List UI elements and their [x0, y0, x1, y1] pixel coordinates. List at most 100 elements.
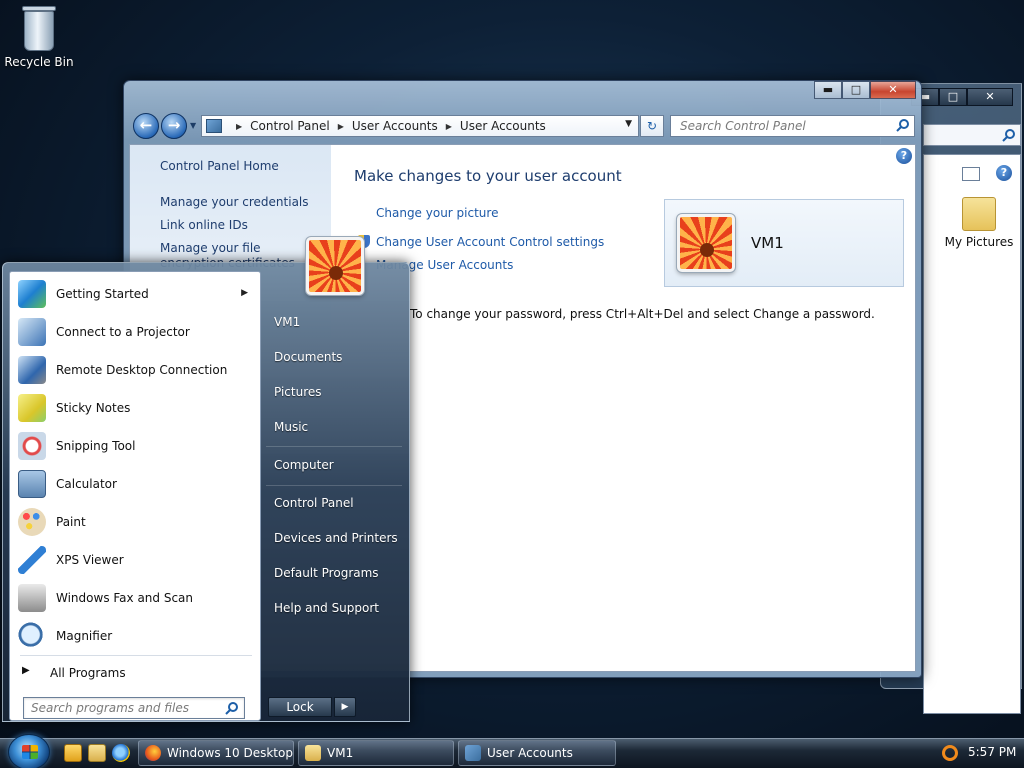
address-bar[interactable]: ▶ Control Panel ▶ User Accounts ▶ User A… [201, 115, 639, 137]
taskbar-button-label: Windows 10 Desktop... [167, 746, 294, 760]
calculator-icon [18, 470, 46, 498]
programs-divider [20, 655, 252, 656]
breadcrumb-separator-icon: ▶ [236, 121, 243, 131]
xps-viewer-icon [18, 546, 46, 574]
taskbar-button-vm1[interactable]: VM1 [298, 740, 454, 766]
back-window-caption-buttons: ▬ □ ✕ [911, 88, 1013, 106]
paint-icon [18, 508, 46, 536]
start-right-divider [266, 485, 402, 486]
program-label: Getting Started [56, 287, 149, 301]
refresh-icon: ↻ [646, 119, 658, 133]
start-item-default-programs[interactable]: Default Programs [274, 566, 379, 580]
control-panel-home-link[interactable]: Control Panel Home [160, 159, 279, 173]
fax-scan-icon [18, 584, 46, 612]
change-picture-link[interactable]: Change your picture [376, 206, 498, 220]
recycle-bin-icon [24, 11, 54, 51]
program-item-paint[interactable]: Paint [14, 504, 258, 540]
my-pictures-label: My Pictures [944, 235, 1014, 249]
start-menu-user-picture-icon[interactable] [306, 237, 364, 295]
search-placeholder: Search Control Panel [680, 119, 806, 133]
program-item-calculator[interactable]: Calculator [14, 466, 258, 502]
start-item-user[interactable]: VM1 [274, 315, 300, 329]
search-icon [896, 119, 909, 132]
start-right-divider [266, 446, 402, 447]
explorer-quicklaunch-icon[interactable] [88, 744, 106, 762]
forward-button[interactable]: → [161, 113, 187, 139]
maximize-button[interactable]: □ [842, 81, 870, 99]
program-label: XPS Viewer [56, 553, 124, 567]
start-item-devices-printers[interactable]: Devices and Printers [274, 531, 398, 545]
snipping-tool-icon [18, 432, 46, 460]
manage-credentials-link[interactable]: Manage your credentials [160, 195, 309, 209]
internet-explorer-quicklaunch-icon[interactable] [112, 744, 130, 762]
taskbar-button-label: User Accounts [487, 746, 573, 760]
start-item-control-panel[interactable]: Control Panel [274, 496, 354, 510]
help-icon[interactable]: ? [896, 148, 912, 164]
submenu-arrow-icon: ▶ [241, 288, 248, 298]
recent-pages-dropdown[interactable]: ▼ [190, 121, 196, 130]
program-item-magnifier[interactable]: Magnifier [14, 618, 258, 654]
password-note: To change your password, press Ctrl+Alt+… [410, 307, 875, 321]
breadcrumb-user-accounts-current[interactable]: User Accounts [460, 119, 546, 133]
firefox-icon [145, 745, 161, 761]
program-item-sticky-notes[interactable]: Sticky Notes [14, 390, 258, 426]
program-item-snipping-tool[interactable]: Snipping Tool [14, 428, 258, 464]
program-label: Connect to a Projector [56, 325, 190, 339]
search-control-panel-input[interactable]: Search Control Panel [670, 115, 915, 137]
preview-pane-icon[interactable] [962, 167, 980, 181]
all-programs-arrow-icon: ▶ [22, 665, 30, 676]
back-window-maximize-button[interactable]: □ [939, 88, 967, 106]
change-uac-settings-link[interactable]: Change User Account Control settings [376, 235, 604, 249]
start-item-help-support[interactable]: Help and Support [274, 601, 379, 615]
lock-button[interactable]: Lock [268, 697, 332, 717]
control-panel-icon [465, 745, 481, 761]
folder-icon [962, 197, 996, 231]
breadcrumb-user-accounts[interactable]: User Accounts [352, 119, 438, 133]
back-button[interactable]: ← [133, 113, 159, 139]
search-icon [1002, 129, 1015, 142]
close-button[interactable]: ✕ [870, 81, 916, 99]
breadcrumb-control-panel[interactable]: Control Panel [250, 119, 330, 133]
back-window-close-button[interactable]: ✕ [967, 88, 1013, 106]
program-item-fax-scan[interactable]: Windows Fax and Scan [14, 580, 258, 616]
all-programs-button[interactable]: ▶ All Programs [10, 661, 260, 685]
program-item-xps-viewer[interactable]: XPS Viewer [14, 542, 258, 578]
media-player-quicklaunch-icon[interactable] [64, 744, 82, 762]
taskbar-clock[interactable]: 5:57 PM [968, 745, 1016, 759]
sticky-notes-icon [18, 394, 46, 422]
start-button[interactable] [8, 734, 50, 768]
program-item-connect-projector[interactable]: Connect to a Projector [14, 314, 258, 350]
minimize-button[interactable]: ▬ [814, 81, 842, 99]
search-programs-input[interactable]: Search programs and files [23, 697, 245, 719]
forward-arrow-icon: → [167, 116, 181, 134]
magnifier-icon [18, 622, 46, 650]
start-item-computer[interactable]: Computer [274, 458, 334, 472]
projector-icon [18, 318, 46, 346]
program-label: Snipping Tool [56, 439, 136, 453]
taskbar-button-user-accounts[interactable]: User Accounts [458, 740, 616, 766]
link-online-ids-link[interactable]: Link online IDs [160, 218, 248, 232]
recycle-bin[interactable]: Recycle Bin [4, 6, 74, 69]
program-item-remote-desktop[interactable]: Remote Desktop Connection [14, 352, 258, 388]
tray-search-icon[interactable] [942, 745, 958, 761]
back-window-content: ? My Pictures [923, 154, 1021, 714]
back-window-search-input[interactable] [923, 124, 1021, 146]
start-item-pictures[interactable]: Pictures [274, 385, 322, 399]
program-label: Sticky Notes [56, 401, 131, 415]
help-icon[interactable]: ? [996, 165, 1012, 181]
user-account-card: VM1 [664, 199, 904, 287]
start-item-documents[interactable]: Documents [274, 350, 342, 364]
my-pictures-folder[interactable]: My Pictures [944, 197, 1014, 249]
program-item-getting-started[interactable]: Getting Started ▶ [14, 276, 258, 312]
start-item-music[interactable]: Music [274, 420, 308, 434]
remote-desktop-icon [18, 356, 46, 384]
taskbar-button-firefox[interactable]: Windows 10 Desktop... [138, 740, 294, 766]
control-panel-icon [206, 119, 222, 133]
page-title: Make changes to your user account [354, 167, 622, 185]
user-picture-icon [677, 214, 735, 272]
address-dropdown-icon[interactable]: ▼ [625, 119, 632, 129]
power-options-arrow-icon[interactable]: ▶ [334, 697, 356, 717]
recycle-bin-label: Recycle Bin [4, 55, 74, 69]
refresh-button[interactable]: ↻ [640, 115, 664, 137]
windows-logo-icon [22, 745, 38, 759]
